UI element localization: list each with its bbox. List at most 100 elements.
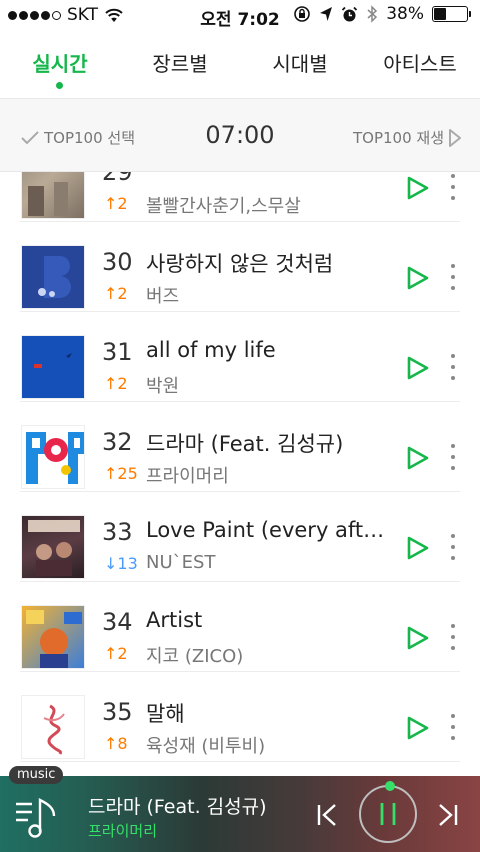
rank-change-value: 25	[117, 464, 138, 483]
divider	[20, 761, 460, 762]
list-item[interactable]: 33 Love Paint (every afte... ↓13 NU`EST	[0, 492, 480, 582]
rank-change-value: 2	[117, 374, 128, 393]
list-item[interactable]: 35 말해 ↑8 육성재 (비투비)	[0, 672, 480, 762]
rank-up-arrow-icon: ↑	[104, 734, 118, 753]
list-item[interactable]: 31 all of my life ↑2 박원	[0, 312, 480, 402]
orientation-lock-icon	[294, 6, 311, 22]
rank-change: ↑25	[104, 464, 138, 483]
album-art	[21, 605, 85, 669]
mini-player[interactable]: 드라마 (Feat. 김성규) 프라이머리	[0, 776, 480, 852]
play-icon[interactable]	[406, 265, 430, 291]
artist-name: 박원	[146, 376, 180, 397]
tab-era[interactable]: 시대별	[240, 48, 360, 77]
previous-track-icon[interactable]	[316, 803, 338, 827]
bluetooth-icon	[367, 5, 378, 23]
play-icon[interactable]	[406, 355, 430, 381]
list-item[interactable]: 29 ↑2 볼빨간사춘기,스무살	[0, 172, 480, 222]
album-art	[21, 425, 85, 489]
artist-name: 지코 (ZICO)	[146, 646, 244, 667]
album-art	[21, 515, 85, 579]
rank-change-value: 8	[117, 734, 128, 753]
battery-level-fill	[434, 8, 447, 20]
rank-up-arrow-icon: ↑	[104, 464, 118, 483]
active-tab-indicator	[56, 82, 63, 89]
song-title: 사랑하지 않은 것처럼	[146, 252, 334, 276]
now-playing-title: 드라마 (Feat. 김성규)	[88, 796, 267, 818]
more-options-icon[interactable]	[449, 442, 457, 472]
play-top100-button[interactable]: TOP100 재생	[353, 127, 462, 148]
rank-up-arrow-icon: ↑	[104, 194, 118, 213]
rank-up-arrow-icon: ↑	[104, 374, 118, 393]
more-options-icon[interactable]	[449, 262, 457, 292]
song-list: 29 ↑2 볼빨간사춘기,스무살 30 사랑하지 않은 것처럼 ↑2 버즈 31…	[0, 172, 480, 776]
rank-change-value: 13	[117, 554, 138, 573]
play-outline-icon	[449, 128, 461, 147]
progress-indicator	[385, 781, 395, 791]
pause-icon	[380, 803, 396, 825]
music-badge: music	[9, 766, 64, 784]
artist-name: 육성재 (비투비)	[146, 736, 266, 757]
album-art	[21, 335, 85, 399]
tab-artist[interactable]: 아티스트	[360, 48, 480, 77]
play-icon[interactable]	[406, 625, 430, 651]
rank-change: ↑2	[104, 374, 128, 393]
pause-button[interactable]	[359, 781, 417, 843]
tab-realtime[interactable]: 실시간	[0, 48, 120, 77]
alarm-icon	[342, 6, 358, 21]
album-art	[21, 245, 85, 309]
rank-number: 30	[102, 248, 133, 276]
tab-genre[interactable]: 장르별	[120, 48, 240, 77]
rank-number: 33	[102, 518, 133, 546]
play-icon[interactable]	[406, 175, 430, 201]
play-top100-label: TOP100 재생	[352, 129, 444, 147]
list-item[interactable]: 34 Artist ↑2 지코 (ZICO)	[0, 582, 480, 672]
rank-change-value: 2	[117, 644, 128, 663]
rank-change-value: 2	[117, 194, 128, 213]
artist-name: NU`EST	[146, 552, 216, 573]
battery-icon	[432, 6, 471, 22]
rank-number: 35	[102, 698, 133, 726]
status-right: 38%	[293, 4, 471, 24]
chart-header: TOP100 선택 07:00 TOP100 재생	[0, 98, 480, 172]
rank-change-value: 2	[117, 284, 128, 303]
artist-name: 버즈	[146, 286, 180, 307]
song-title: 드라마 (Feat. 김성규)	[146, 432, 344, 456]
battery-percent: 38%	[386, 4, 424, 24]
rank-change: ↑2	[104, 644, 128, 663]
more-options-icon[interactable]	[449, 172, 457, 202]
rank-change: ↓13	[104, 554, 138, 573]
song-title: 말해	[146, 702, 185, 726]
artist-name: 프라이머리	[146, 466, 229, 487]
song-title: Artist	[146, 608, 203, 632]
chart-category-tabs: 실시간 장르별 시대별 아티스트	[0, 48, 480, 89]
rank-number: 32	[102, 428, 133, 456]
more-options-icon[interactable]	[449, 352, 457, 382]
playlist-icon[interactable]	[14, 794, 60, 838]
status-bar: SKT 오전 7:02 38%	[0, 0, 480, 30]
more-options-icon[interactable]	[449, 622, 457, 652]
rank-change: ↑8	[104, 734, 128, 753]
play-icon[interactable]	[406, 715, 430, 741]
rank-number: 29	[102, 172, 133, 186]
rank-up-arrow-icon: ↑	[104, 644, 118, 663]
song-title: all of my life	[146, 338, 276, 362]
now-playing-artist: 프라이머리	[88, 822, 158, 840]
location-icon	[320, 7, 333, 21]
song-title: Love Paint (every afte...	[146, 518, 394, 542]
more-options-icon[interactable]	[449, 532, 457, 562]
rank-number: 34	[102, 608, 133, 636]
list-item[interactable]: 30 사랑하지 않은 것처럼 ↑2 버즈	[0, 222, 480, 312]
rank-up-arrow-icon: ↑	[104, 284, 118, 303]
more-options-icon[interactable]	[449, 712, 457, 742]
rank-change: ↑2	[104, 284, 128, 303]
rank-change: ↑2	[104, 194, 128, 213]
album-art	[21, 695, 85, 759]
next-track-icon[interactable]	[437, 803, 459, 827]
artist-name: 볼빨간사춘기,스무살	[146, 196, 301, 217]
album-art	[21, 172, 85, 219]
play-icon[interactable]	[406, 535, 430, 561]
rank-down-arrow-icon: ↓	[104, 554, 118, 573]
rank-number: 31	[102, 338, 133, 366]
play-icon[interactable]	[406, 445, 430, 471]
list-item[interactable]: 32 드라마 (Feat. 김성규) ↑25 프라이머리	[0, 402, 480, 492]
